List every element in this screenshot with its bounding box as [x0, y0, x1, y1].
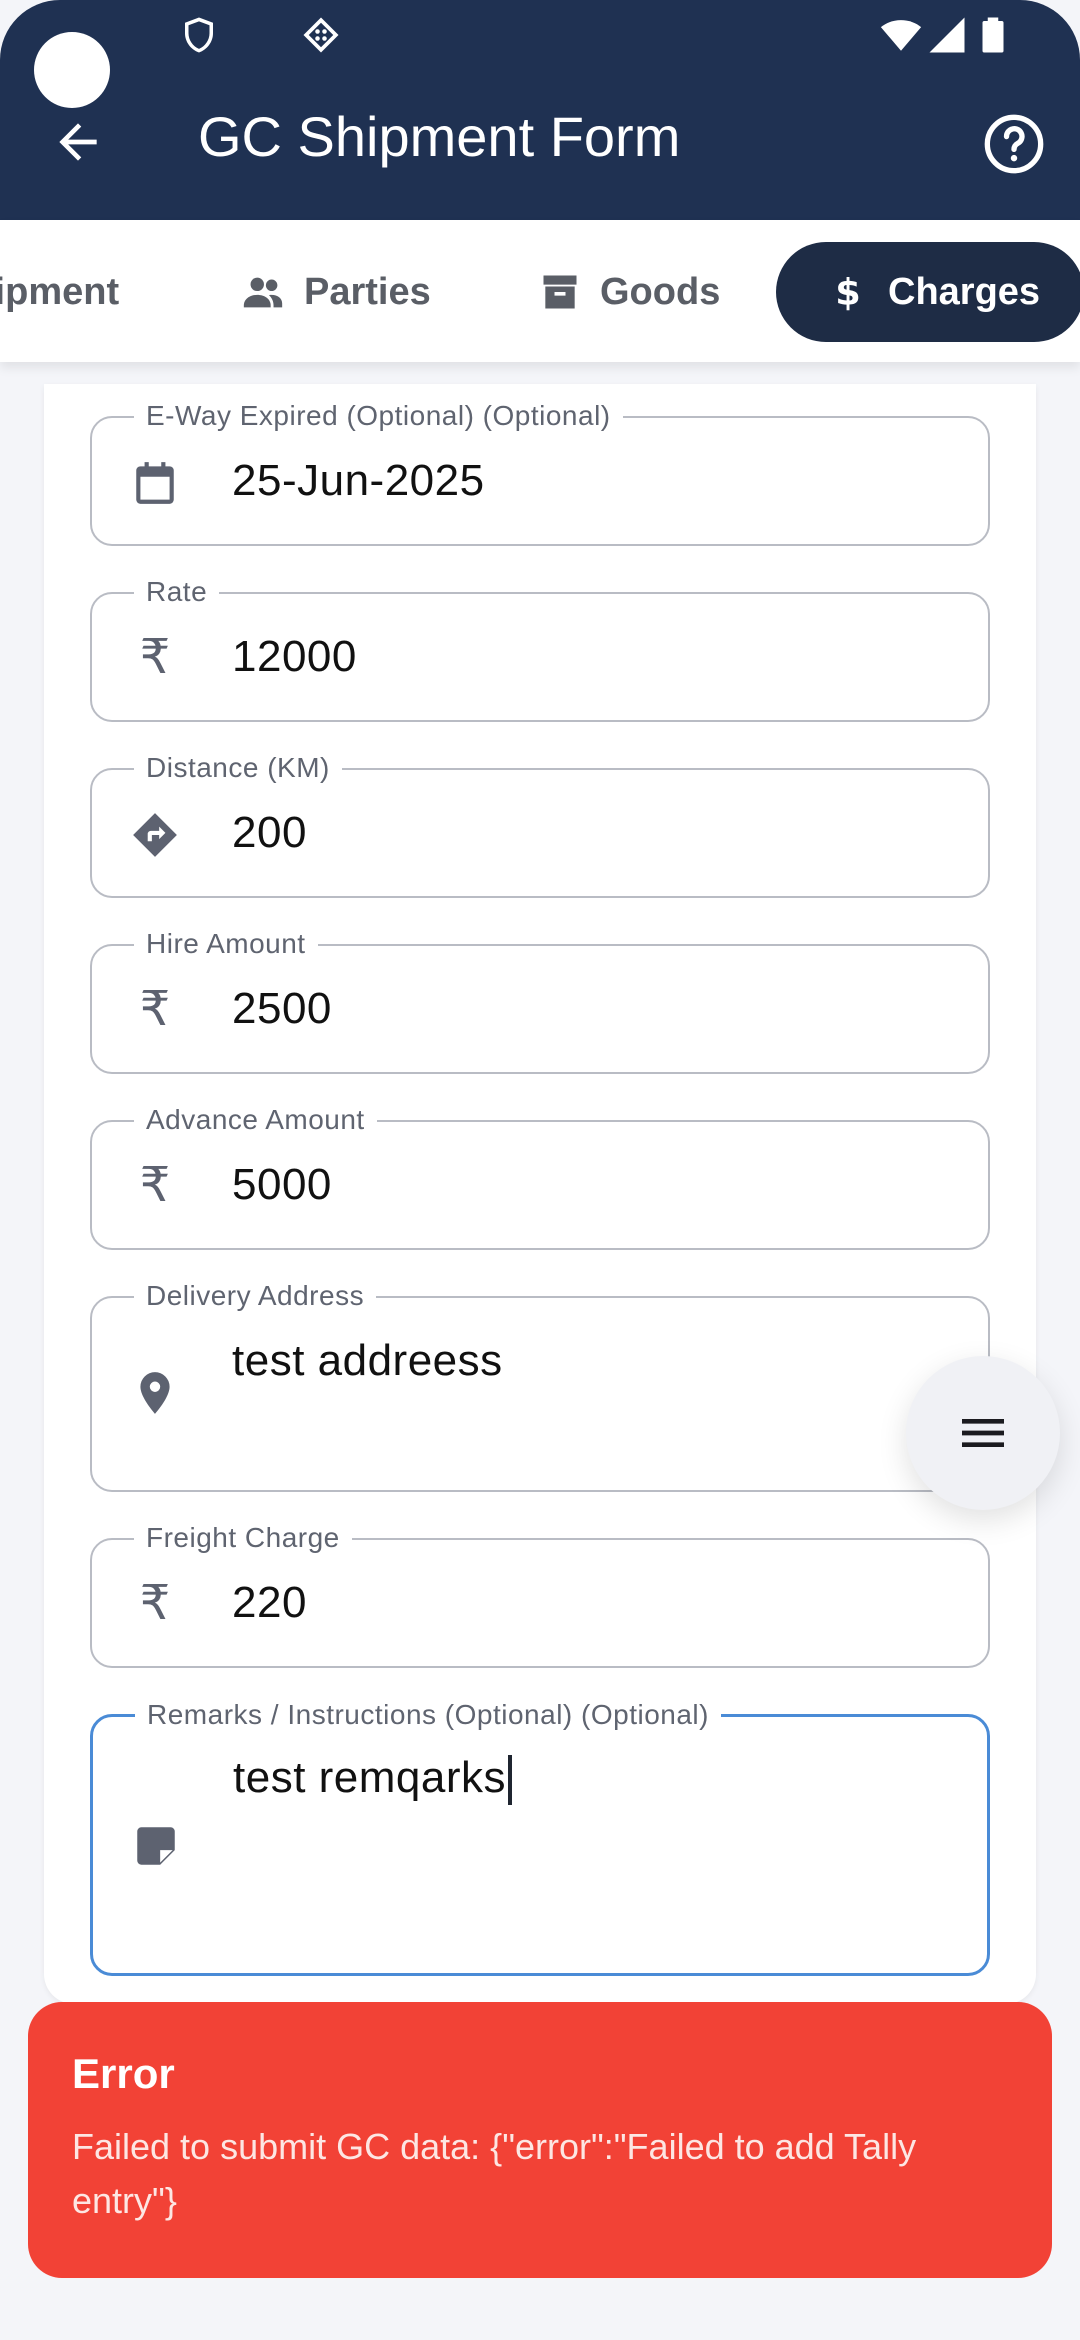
- archive-icon: [543, 275, 577, 309]
- field-label: Freight Charge: [134, 1520, 352, 1556]
- tab-goods[interactable]: Goods: [538, 242, 720, 342]
- error-snackbar: Error Failed to submit GC data: {"error"…: [28, 2002, 1052, 2278]
- tab-charges[interactable]: $ Charges: [776, 242, 1080, 342]
- battery-icon: [982, 17, 1004, 53]
- tab-shipment[interactable]: Shipment: [0, 242, 119, 342]
- advance-amount-field[interactable]: Advance Amount ₹ 5000: [90, 1102, 990, 1250]
- tab-parties[interactable]: Parties: [240, 242, 431, 342]
- dollar-icon: $: [835, 271, 861, 314]
- field-value: 25-Jun-2025: [232, 456, 485, 505]
- rupee-icon: ₹: [139, 983, 171, 1036]
- rupee-icon: ₹: [139, 1159, 171, 1212]
- delivery-address-field[interactable]: Delivery Address test addreess: [90, 1278, 990, 1492]
- diamond-app-icon: [303, 17, 339, 53]
- field-value: 220: [232, 1578, 307, 1627]
- remarks-text: test remqarks: [233, 1753, 507, 1802]
- rupee-icon: ₹: [139, 1577, 171, 1630]
- field-label: Rate: [134, 574, 220, 610]
- calendar-icon: [130, 458, 180, 508]
- shield-icon: [185, 17, 213, 53]
- hire-amount-field[interactable]: Hire Amount ₹ 2500: [90, 926, 990, 1074]
- error-title: Error: [72, 2050, 175, 2097]
- note-icon: [131, 1821, 181, 1871]
- menu-icon: [962, 1419, 1004, 1447]
- field-value: test addreess: [232, 1336, 503, 1385]
- error-message: Failed to submit GC data: {"error":"Fail…: [72, 2126, 917, 2221]
- people-icon: [243, 277, 283, 308]
- location-pin-icon: [130, 1368, 180, 1418]
- tab-label: Goods: [600, 270, 721, 313]
- tab-label: Charges: [888, 270, 1041, 313]
- remarks-field[interactable]: Remarks / Instructions (Optional) (Optio…: [90, 1697, 990, 1976]
- field-label: Hire Amount: [134, 926, 318, 962]
- field-label: Delivery Address: [134, 1278, 377, 1314]
- page-title: GC Shipment Form: [198, 105, 681, 168]
- tab-label: Parties: [304, 270, 431, 313]
- field-label: Advance Amount: [134, 1102, 377, 1138]
- back-button[interactable]: [46, 110, 110, 174]
- field-value: 200: [232, 808, 307, 857]
- freight-charge-field[interactable]: Freight Charge ₹ 220: [90, 1520, 990, 1668]
- field-value: test remqarks: [233, 1753, 513, 1806]
- field-label: E-Way Expired (Optional) (Optional): [134, 398, 623, 434]
- rupee-icon: ₹: [139, 631, 171, 684]
- signal-icon: [929, 17, 965, 53]
- status-bar: [0, 0, 1080, 108]
- field-value: 5000: [232, 1160, 332, 1209]
- rate-field[interactable]: Rate ₹ 12000: [90, 574, 990, 722]
- svg-text:$: $: [835, 271, 861, 314]
- arrow-back-icon: [59, 123, 97, 161]
- tab-bar: Shipment Parties Goods $ Charges: [0, 220, 1080, 362]
- tab-label: Shipment: [0, 270, 120, 313]
- field-label: Remarks / Instructions (Optional) (Optio…: [135, 1697, 721, 1733]
- field-label: Distance (KM): [134, 750, 342, 786]
- directions-icon: [130, 810, 180, 860]
- field-value: 12000: [232, 632, 357, 681]
- bottom-bar: [0, 2276, 1080, 2340]
- text-cursor: [508, 1755, 513, 1806]
- wifi-icon: [880, 20, 922, 51]
- menu-fab-button[interactable]: [906, 1356, 1060, 1510]
- eway-expired-field[interactable]: E-Way Expired (Optional) (Optional) 25-J…: [90, 398, 990, 546]
- camera-cutout: [34, 32, 110, 108]
- app-bar: GC Shipment Form: [0, 0, 1080, 220]
- distance-field[interactable]: Distance (KM) 200: [90, 750, 990, 898]
- help-icon[interactable]: [982, 112, 1046, 176]
- field-value: 2500: [232, 984, 332, 1033]
